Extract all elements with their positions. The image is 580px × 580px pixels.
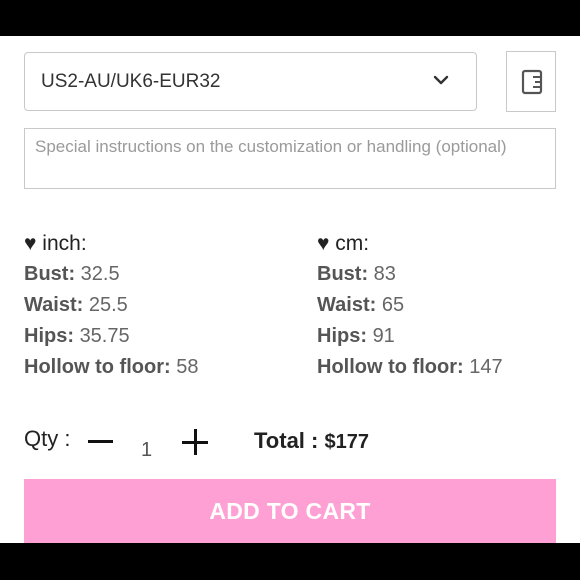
cm-bust-row: Bust: 83 bbox=[317, 259, 503, 290]
hollow-label: Hollow to floor: bbox=[24, 356, 171, 378]
cm-hips-row: Hips: 91 bbox=[317, 321, 503, 352]
product-options-panel: US2-AU/UK6-EUR32 Special instructions on… bbox=[0, 36, 580, 543]
special-instructions-placeholder: Special instructions on the customizatio… bbox=[35, 137, 507, 156]
hips-value: 35.75 bbox=[79, 325, 130, 347]
decrement-button[interactable] bbox=[88, 440, 113, 443]
size-chart-button[interactable] bbox=[506, 51, 556, 112]
qty-value[interactable]: 1 bbox=[141, 439, 152, 462]
cm-waist-row: Waist: 65 bbox=[317, 290, 503, 321]
inch-hips-row: Hips: 35.75 bbox=[24, 321, 198, 352]
bust-label: Bust: bbox=[317, 263, 369, 285]
bust-value: 83 bbox=[373, 263, 396, 285]
qty-label: Qty : bbox=[24, 426, 71, 451]
bust-label: Bust: bbox=[24, 263, 76, 285]
waist-label: Waist: bbox=[24, 294, 84, 316]
size-select-value: US2-AU/UK6-EUR32 bbox=[41, 71, 221, 92]
waist-value: 25.5 bbox=[88, 294, 128, 316]
hips-value: 91 bbox=[372, 325, 395, 347]
total-amount: $177 bbox=[324, 431, 369, 453]
add-to-cart-button[interactable]: ADD TO CART bbox=[24, 479, 556, 543]
chevron-down-icon bbox=[433, 75, 449, 85]
inch-waist-row: Waist: 25.5 bbox=[24, 290, 198, 321]
hollow-value: 58 bbox=[176, 356, 199, 378]
total-price: Total : $177 bbox=[254, 428, 369, 454]
ruler-icon bbox=[521, 69, 543, 95]
bust-value: 32.5 bbox=[80, 263, 120, 285]
measurements-cm: ♥ cm: Bust: 83 Waist: 65 Hips: 91 Hollow… bbox=[317, 228, 503, 383]
waist-label: Waist: bbox=[317, 294, 377, 316]
cm-hollow-row: Hollow to floor: 147 bbox=[317, 352, 503, 383]
hips-label: Hips: bbox=[24, 325, 74, 347]
special-instructions-field[interactable]: Special instructions on the customizatio… bbox=[24, 128, 556, 189]
measurements-inch: ♥ inch: Bust: 32.5 Waist: 25.5 Hips: 35.… bbox=[24, 228, 198, 383]
waist-value: 65 bbox=[381, 294, 405, 316]
inch-hollow-row: Hollow to floor: 58 bbox=[24, 352, 198, 383]
hollow-value: 147 bbox=[469, 356, 503, 378]
size-select[interactable]: US2-AU/UK6-EUR32 bbox=[24, 52, 477, 111]
inch-bust-row: Bust: 32.5 bbox=[24, 259, 198, 290]
hollow-label: Hollow to floor: bbox=[317, 356, 464, 378]
quantity-row: Qty : 1 Total : $177 bbox=[24, 426, 564, 466]
total-label: Total : bbox=[254, 428, 319, 453]
cm-heading: ♥ cm: bbox=[317, 232, 370, 255]
hips-label: Hips: bbox=[317, 325, 367, 347]
increment-button[interactable] bbox=[182, 429, 208, 455]
inch-heading: ♥ inch: bbox=[24, 232, 87, 255]
